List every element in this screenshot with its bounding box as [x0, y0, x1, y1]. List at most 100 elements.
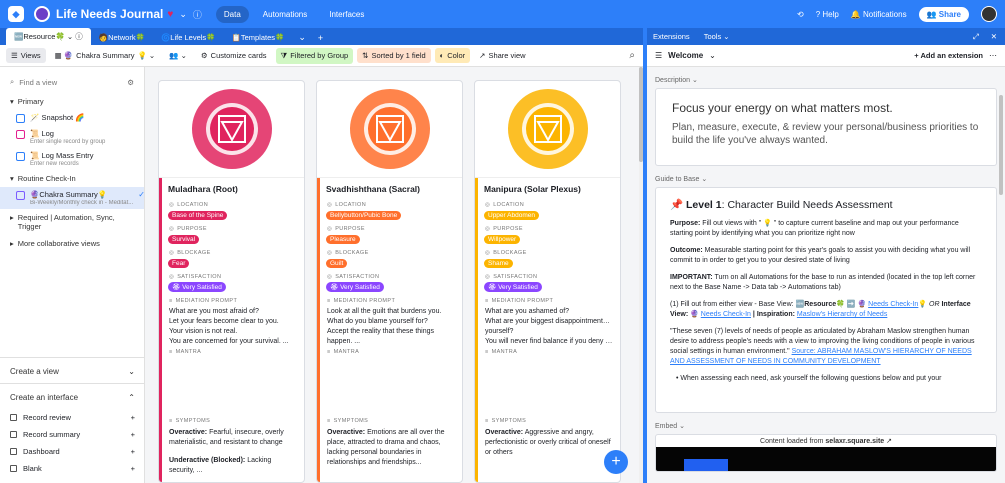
share-label: Share: [938, 9, 961, 19]
interface-dashboard[interactable]: Dashboard +: [0, 443, 145, 460]
info-icon[interactable]: ⓘ: [193, 8, 202, 21]
mantra-value: [162, 357, 304, 415]
tab-life-levels[interactable]: 🌀Life Levels🍀: [153, 30, 224, 45]
fullscreen-icon[interactable]: ⤢: [973, 32, 979, 42]
help-button[interactable]: ? Help: [816, 10, 839, 19]
views-toggle[interactable]: ☰ Views: [6, 48, 46, 63]
search-icon[interactable]: ⌕: [629, 50, 635, 61]
important-text: Turn on all Automations for the base to …: [670, 274, 976, 291]
prompt-line: Your vision is not real.: [169, 328, 238, 335]
interface-record-review[interactable]: Record review +: [0, 409, 145, 426]
location-pill: Base of the Spine: [168, 211, 228, 220]
prompt-label: ≡ MEDIATION PROMPT: [327, 298, 396, 304]
record-card[interactable]: Svadhishthana (Sacral) ◎ LOCATION Bellybut…: [316, 80, 463, 483]
chevron-down-icon[interactable]: ⌄: [709, 51, 716, 60]
share-view-button[interactable]: ↗ Share view: [474, 48, 530, 63]
view-chakra-label: Chakra Summary: [39, 190, 98, 199]
mantra-label-text: MANTRA: [491, 349, 518, 355]
embed-site[interactable]: selaxr.square.site: [825, 438, 884, 445]
embed-box[interactable]: Content loaded from selaxr.square.site ↗: [655, 434, 997, 472]
mantra-label-text: MANTRA: [333, 349, 360, 355]
description-label[interactable]: Description ⌄: [647, 67, 1005, 88]
share-button[interactable]: 👥 Share: [918, 6, 969, 22]
section-more[interactable]: ▸ More collaborative views: [0, 235, 144, 252]
create-view[interactable]: Create a view ⌄: [0, 358, 145, 383]
find-view[interactable]: ⌕ Find a view ⚙: [0, 67, 144, 93]
create-interface[interactable]: Create an interface ⌃: [0, 383, 145, 409]
sort-button[interactable]: ⇅ Sorted by 1 field: [357, 48, 431, 63]
customize-cards-button[interactable]: ⚙ Customize cards: [196, 48, 272, 63]
record-card[interactable]: Muladhara (Root) ◎ LOCATION Base of the Sp…: [158, 80, 305, 483]
prompt-line: What are your biggest disappointments in: [485, 318, 613, 325]
purpose-pill: Survival: [168, 235, 200, 244]
needs-checkin-link[interactable]: Needs Check-In: [868, 301, 918, 308]
notifications-button[interactable]: 🔔 Notifications: [851, 10, 907, 19]
tab-templates[interactable]: 📋Templates🍀: [224, 30, 293, 45]
interface-record-summary[interactable]: Record summary +: [0, 426, 145, 443]
filter-button[interactable]: ⧩ Filtered by Group: [275, 47, 354, 64]
view-log-mass-entry[interactable]: 📜 Log Mass Entry Enter new records: [0, 148, 144, 170]
section-routine[interactable]: ▾ Routine Check-In: [0, 170, 144, 187]
prompt-text: What are you ashamed of? What are your bi…: [478, 306, 620, 346]
guide-label[interactable]: Guide to Base ⌄: [647, 166, 1005, 187]
section-more-label: More collaborative views: [17, 239, 100, 248]
section-required[interactable]: ▸ Required | Automation, Sync, Trigger: [0, 209, 144, 235]
interface-blank[interactable]: Blank +: [0, 460, 145, 477]
prompt-line: What are you most afraid of?: [169, 308, 259, 315]
plus-icon[interactable]: +: [131, 413, 135, 422]
embed-image: [684, 459, 728, 471]
nav-interfaces[interactable]: Interfaces: [321, 6, 372, 23]
tab-resource-label: Resource: [23, 32, 56, 41]
mantra-label-text: MANTRA: [175, 349, 202, 355]
guide-outcome: Outcome: Measurable starting point for t…: [670, 246, 982, 266]
record-card[interactable]: Manipura (Solar Plexus) ◎ LOCATION Upper A…: [474, 80, 621, 483]
bullet-text: When assessing each need, ask yourself t…: [680, 375, 942, 382]
avatar[interactable]: [981, 6, 997, 22]
extensions-scrollbar[interactable]: [999, 95, 1003, 195]
view-snapshot[interactable]: 🪄 Snapshot 🌈: [0, 110, 144, 126]
nav-data[interactable]: Data: [215, 5, 249, 23]
share-view-label: Share view: [488, 51, 526, 60]
tools-menu[interactable]: Tools ⌄: [704, 32, 730, 41]
color-button[interactable]: ◐ Color: [434, 48, 471, 63]
share-view-users-icon[interactable]: 👥 ⌄: [164, 48, 192, 63]
view-switcher[interactable]: ▦ 🔮 Chakra Summary 💡 ⌄: [50, 48, 161, 63]
plus-icon[interactable]: +: [131, 447, 135, 456]
guide-purpose: Purpose: Fill out views with " 💡 " to ca…: [670, 219, 982, 239]
gear-icon[interactable]: ⚙: [127, 78, 134, 87]
add-table-icon[interactable]: +: [312, 31, 329, 45]
maslow-link[interactable]: Maslow's Hierarchy of Needs: [797, 311, 887, 318]
view-log[interactable]: 📜 Log Enter single record by group: [0, 126, 144, 148]
add-extension-button[interactable]: + Add an extension: [914, 51, 983, 60]
dashboard-label: Dashboard: [23, 447, 60, 456]
view-log-mass-sub: Enter new records: [30, 161, 79, 167]
guide-step1: (1) Fill out from either view - Base Vie…: [670, 301, 971, 318]
tab-network[interactable]: 🧑Network🍀: [91, 30, 153, 45]
more-tabs-chevron-icon[interactable]: ⌄: [292, 30, 312, 45]
plus-icon[interactable]: +: [131, 430, 135, 439]
embed-text: Content loaded from: [760, 437, 824, 445]
sidebar-create: Create a view ⌄ Create an interface ⌃ Reco…: [0, 357, 145, 477]
home-logo-icon[interactable]: ◆: [8, 6, 24, 22]
base-title[interactable]: Life Needs Journal: [56, 7, 163, 21]
satisfaction-label: ◎ SATISFACTION: [485, 274, 538, 280]
plus-icon[interactable]: +: [131, 464, 135, 473]
chevron-down-icon[interactable]: ⌄: [179, 9, 187, 20]
nav-automations[interactable]: Automations: [255, 6, 315, 23]
needs-checkin-interface-link[interactable]: Needs Check-In: [701, 311, 751, 318]
dashboard-name[interactable]: Welcome: [668, 51, 703, 60]
guide-level: Level 1: [686, 199, 722, 211]
find-view-input[interactable]: Find a view: [19, 78, 57, 87]
section-primary[interactable]: ▾ Primary: [0, 93, 144, 110]
satisfaction-value: Very Satisfied: [498, 284, 538, 291]
embed-label[interactable]: Embed ⌄: [647, 413, 1005, 434]
view-chakra-summary[interactable]: 🔮Chakra Summary💡 Bi-Weekly/Monthly check …: [0, 187, 145, 209]
history-icon[interactable]: ⟲: [797, 10, 804, 19]
purpose-pill: Willpower: [484, 235, 521, 244]
more-icon[interactable]: ⋯: [989, 51, 997, 60]
add-record-button[interactable]: +: [604, 450, 628, 474]
menu-icon[interactable]: ☰: [655, 51, 662, 60]
tab-resource[interactable]: 🆕Resource🍀 ⌄ ⓘ: [6, 28, 91, 45]
close-icon[interactable]: ✕: [991, 32, 997, 42]
purpose-label: ◎ PURPOSE: [169, 226, 207, 232]
